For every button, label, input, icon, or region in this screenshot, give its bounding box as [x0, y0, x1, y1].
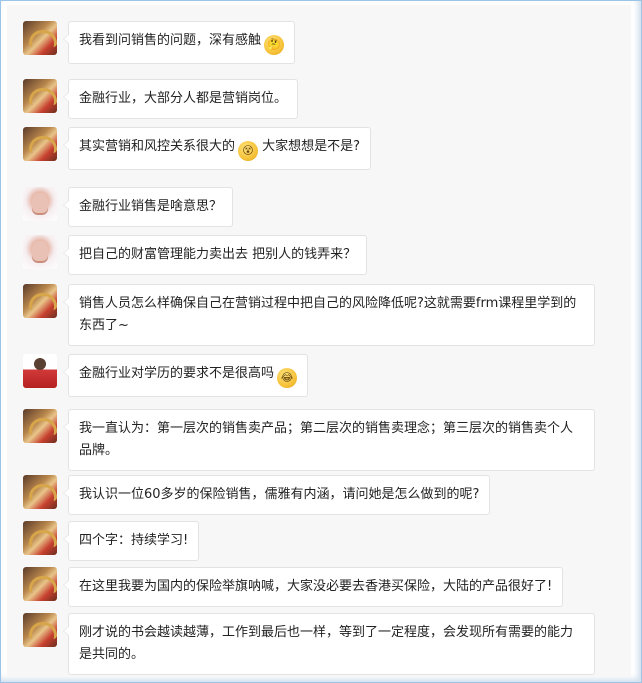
message-text-continued: 大家想想是不是? [262, 139, 361, 154]
message-bubble: 我认识一位60多岁的保险销售，儒雅有内涵，请问她是怎么做到的呢? [62, 475, 491, 515]
user-avatar[interactable] [23, 409, 57, 443]
user-avatar[interactable] [23, 235, 57, 269]
message-bubble: 金融行业对学历的要求不是很高吗 😂 [62, 354, 309, 397]
user-avatar[interactable] [23, 127, 57, 161]
message-bubble: 金融行业销售是啥意思？ [62, 187, 234, 227]
message-text: 我一直认为：第一层次的销售卖产品；第二层次的销售卖理念；第三层次的销售卖个人品牌… [79, 421, 574, 458]
user-avatar[interactable] [23, 284, 57, 318]
laughing-tears-icon: 😂 [277, 368, 298, 388]
message-text: 把自己的财富管理能力卖出去 把别人的钱弄来？ [79, 247, 357, 262]
chat-window-frame: 我看到问销售的问题，深有感触 🤔 金融行业，大部分人都是营销岗位。 其实营销和风控… [0, 0, 642, 683]
user-avatar[interactable] [23, 21, 57, 55]
message-bubble: 把自己的财富管理能力卖出去 把别人的钱弄来？ [62, 235, 368, 275]
message-text: 我认识一位60多岁的保险销售，儒雅有内涵，请问她是怎么做到的呢? [79, 487, 480, 502]
message-text: 四个字：持续学习! [79, 533, 189, 548]
message-text: 刚才说的书会越读越薄，工作到最后也一样，等到了一定程度，会发现所有需要的能力是共… [79, 625, 574, 662]
message-bubble: 刚才说的书会越读越薄，工作到最后也一样，等到了一定程度，会发现所有需要的能力是共… [63, 613, 595, 675]
thinking-face-icon: 🤔 [264, 35, 285, 55]
chat-message-list[interactable]: 我看到问销售的问题，深有感触 🤔 金融行业，大部分人都是营销岗位。 其实营销和风控… [7, 5, 631, 677]
message-text: 我看到问销售的问题，深有感触 [79, 33, 262, 48]
message-bubble: 我一直认为：第一层次的销售卖产品；第二层次的销售卖理念；第三层次的销售卖个人品牌… [63, 409, 595, 471]
user-avatar[interactable] [23, 521, 57, 555]
message-text: 金融行业，大部分人都是营销岗位。 [79, 91, 288, 106]
user-avatar[interactable] [23, 567, 57, 601]
message-text: 在这里我要为国内的保险举旗呐喊，大家没必要去香港买保险，大陆的产品很好了! [79, 579, 553, 594]
user-avatar[interactable] [23, 613, 57, 647]
message-bubble: 销售人员怎么样确保自己在营销过程中把自己的风险降低呢?这就需要frm课程里学到的… [63, 284, 595, 346]
message-text: 金融行业对学历的要求不是很高吗 [79, 366, 275, 381]
user-avatar[interactable] [23, 354, 57, 388]
message-bubble: 其实营销和风控关系很大的 😵 大家想想是不是? [62, 127, 372, 170]
message-bubble: 金融行业，大部分人都是营销岗位。 [62, 79, 299, 119]
user-avatar[interactable] [23, 187, 57, 221]
message-bubble: 在这里我要为国内的保险举旗呐喊，大家没必要去香港买保险，大陆的产品很好了! [62, 567, 564, 607]
message-bubble: 我看到问销售的问题，深有感触 🤔 [62, 21, 296, 64]
message-text: 销售人员怎么样确保自己在营销过程中把自己的风险降低呢?这就需要frm课程里学到的… [79, 296, 577, 333]
user-avatar[interactable] [23, 475, 57, 509]
message-text: 其实营销和风控关系很大的 [79, 139, 236, 154]
message-text: 金融行业销售是啥意思？ [79, 199, 223, 214]
dizzy-face-icon: 😵 [238, 141, 259, 161]
message-bubble: 四个字：持续学习! [62, 521, 200, 561]
user-avatar[interactable] [23, 79, 57, 113]
